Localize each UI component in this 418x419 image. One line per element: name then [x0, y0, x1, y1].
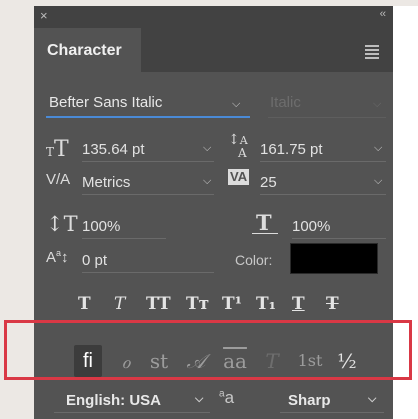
language-row: English: USA ⌵ aa Sharp ⌵	[34, 388, 393, 419]
kerning-value: Metrics	[82, 174, 131, 191]
panel-menu-icon[interactable]	[365, 45, 379, 61]
highlight-annotation	[4, 320, 412, 380]
antialiasing-label: a	[224, 388, 235, 407]
chevron-down-icon: ⌵	[195, 393, 204, 405]
baseline-shift-value: 0 pt	[82, 252, 108, 269]
strikethrough-button[interactable]: T	[326, 294, 339, 314]
horizontal-scale-field[interactable]: 100%	[292, 215, 386, 239]
faux-bold-button[interactable]: T	[78, 294, 91, 314]
font-size-field[interactable]: 135.64 pt ⌵	[82, 138, 214, 162]
chevron-down-icon: ⌵	[374, 175, 383, 187]
language-dropdown[interactable]: English: USA ⌵	[54, 389, 210, 413]
chevron-down-icon: ⌵	[368, 393, 377, 405]
chevron-down-icon: ⌵	[373, 98, 382, 110]
antialiasing-icon: aa	[219, 388, 234, 408]
type-style-buttons: T T TT Tт T¹ T₁ T T	[34, 294, 393, 320]
panel-titlebar: × ‹‹	[34, 6, 393, 28]
chevron-down-icon: ⌵	[203, 142, 212, 154]
kerning-dropdown[interactable]: Metrics ⌵	[82, 171, 214, 195]
vertical-scale-icon: ↕T	[46, 212, 78, 236]
horizontal-scale-icon: T	[252, 210, 278, 235]
baseline-shift-field[interactable]: 0 pt	[82, 249, 214, 273]
font-family-value: Befter Sans Italic	[49, 94, 163, 111]
font-size-value: 135.64 pt	[82, 141, 145, 158]
leading-value: 161.75 pt	[260, 141, 323, 158]
leading-field[interactable]: 161.75 pt ⌵	[260, 138, 386, 162]
underline-button[interactable]: T	[292, 294, 305, 314]
antialiasing-value: Sharp	[288, 392, 331, 409]
font-size-icon: TT	[46, 137, 69, 162]
subscript-button[interactable]: T₁	[256, 294, 276, 314]
leading-icon: ↕A A	[228, 132, 248, 160]
tracking-icon: VA	[228, 169, 250, 185]
chevron-down-icon: ⌵	[374, 142, 383, 154]
collapse-icon[interactable]: ‹‹	[380, 8, 386, 20]
panel-tab-row: Character	[34, 28, 393, 72]
superscript-button[interactable]: T¹	[222, 294, 242, 314]
faux-italic-button[interactable]: T	[114, 294, 125, 314]
color-swatch[interactable]	[290, 243, 378, 274]
language-value: English: USA	[66, 392, 162, 409]
baseline-shift-icon: Aa↕	[46, 248, 69, 266]
tracking-value: 25	[260, 174, 277, 191]
font-style-value: Italic	[270, 94, 301, 111]
small-caps-button[interactable]: Tт	[186, 294, 209, 314]
font-style-dropdown[interactable]: Italic ⌵	[268, 90, 386, 118]
color-label: Color:	[235, 252, 273, 268]
vertical-scale-field[interactable]: 100%	[82, 215, 166, 239]
horizontal-scale-value: 100%	[292, 218, 331, 235]
antialiasing-dropdown[interactable]: Sharp ⌵	[280, 389, 384, 413]
font-family-dropdown[interactable]: Befter Sans Italic ⌵	[46, 90, 250, 118]
chevron-down-icon: ⌵	[232, 98, 241, 110]
tracking-field[interactable]: 25 ⌵	[260, 171, 386, 195]
chevron-down-icon: ⌵	[203, 175, 212, 187]
tab-character[interactable]: Character	[34, 28, 141, 72]
all-caps-button[interactable]: TT	[146, 294, 171, 314]
close-icon[interactable]: ×	[40, 8, 48, 23]
kerning-icon: V/A	[46, 171, 71, 188]
vertical-scale-value: 100%	[82, 218, 121, 235]
